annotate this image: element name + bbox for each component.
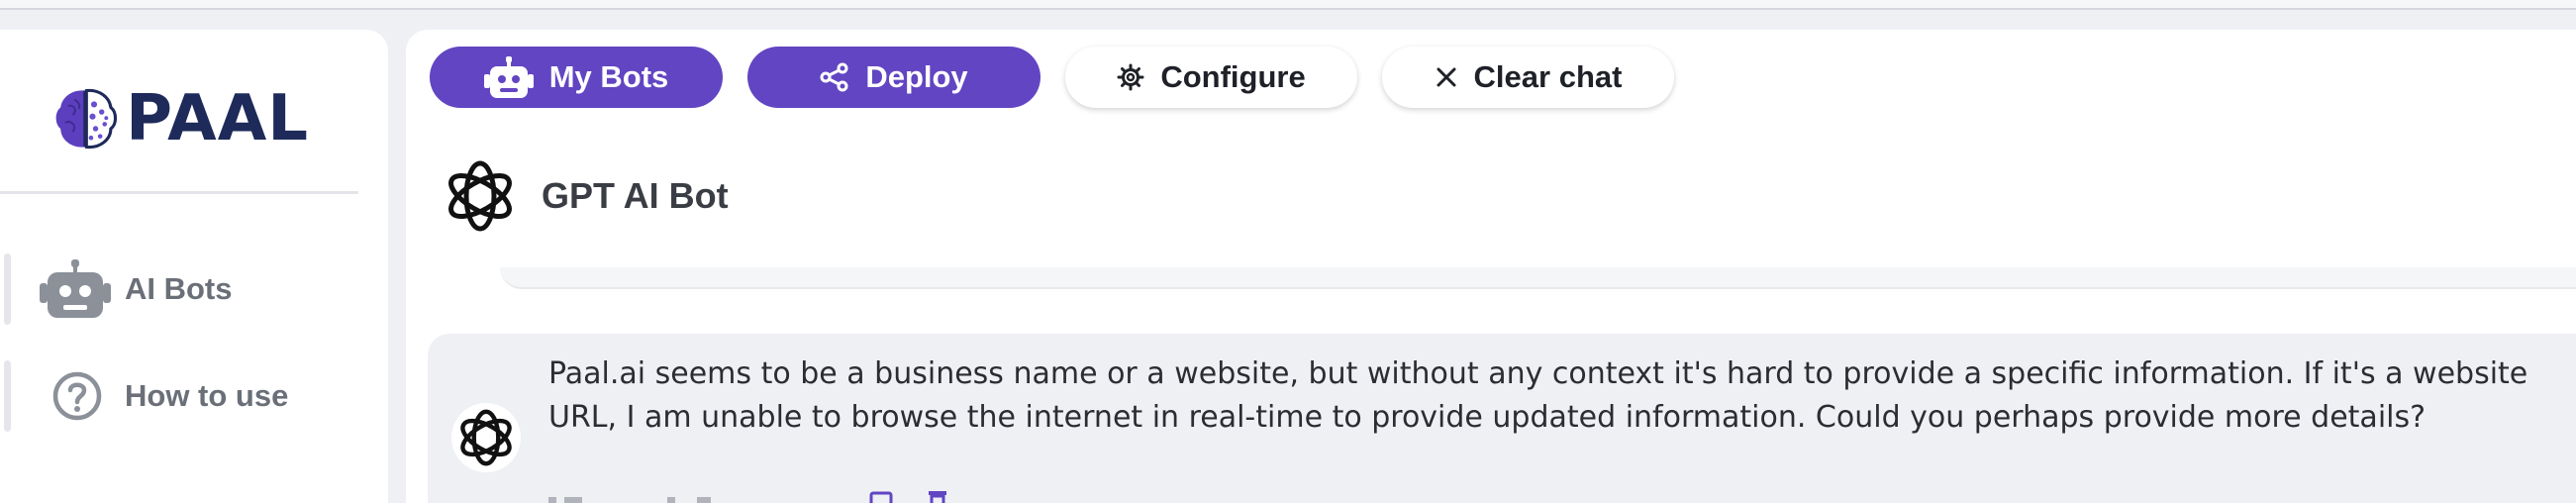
message-actions xyxy=(548,489,964,503)
browser-top-strip xyxy=(0,0,2576,10)
brain-logo-icon xyxy=(55,88,118,150)
sidebar-item-how-to-use[interactable]: How to use xyxy=(0,354,388,438)
my-bots-label: My Bots xyxy=(548,59,669,94)
message-meta xyxy=(548,497,711,503)
deploy-label: Deploy xyxy=(865,59,968,94)
previous-message-edge xyxy=(500,267,2576,289)
message-text: Paal.ai seems to be a business name or a… xyxy=(548,356,2528,435)
robot-icon xyxy=(483,56,534,98)
nav-indicator xyxy=(4,360,11,432)
share-icon xyxy=(820,62,848,92)
brand-logo[interactable]: PAAL xyxy=(51,59,309,178)
brand-name: PAAL xyxy=(126,82,309,155)
sidebar-item-label: AI Bots xyxy=(125,271,233,306)
assistant-avatar xyxy=(451,403,521,472)
clear-chat-button[interactable]: Clear chat xyxy=(1382,47,1674,108)
close-icon xyxy=(1437,67,1456,87)
bot-title: GPT AI Bot xyxy=(542,175,729,216)
my-bots-button[interactable]: My Bots xyxy=(430,47,723,108)
gear-icon xyxy=(1117,63,1144,91)
bot-header: GPT AI Bot xyxy=(441,156,729,236)
question-circle-icon xyxy=(52,371,102,421)
sidebar-item-ai-bots[interactable]: AI Bots xyxy=(0,248,388,331)
openai-logo-icon xyxy=(448,160,512,232)
deploy-button[interactable]: Deploy xyxy=(747,47,1040,108)
configure-button[interactable]: Configure xyxy=(1065,47,1357,108)
openai-logo-icon xyxy=(460,409,512,466)
sidebar-item-label: How to use xyxy=(125,378,289,413)
configure-label: Configure xyxy=(1160,59,1306,94)
delete-icon[interactable] xyxy=(929,491,946,503)
copy-icon[interactable] xyxy=(869,491,893,503)
sidebar: PAAL AI Bots How to use xyxy=(0,30,388,503)
sidebar-divider xyxy=(0,191,358,194)
robot-icon xyxy=(40,259,111,318)
clear-chat-label: Clear chat xyxy=(1473,59,1623,94)
nav-indicator xyxy=(4,253,11,325)
